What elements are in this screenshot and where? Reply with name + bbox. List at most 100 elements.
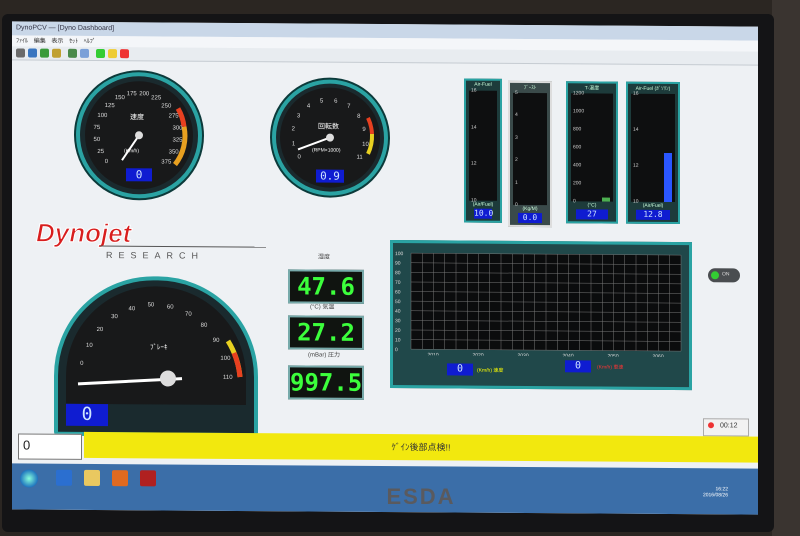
rpm-tick-label: 11 (356, 154, 363, 161)
bar-gauge-track: 16 14 12 10 (631, 90, 675, 205)
speed-tick-label: 175 (126, 91, 137, 98)
bar-gauge-readout: 0.0 (518, 212, 542, 224)
warning-bar: ｹﾞｲﾝ後部点検!! (84, 431, 758, 463)
bar-gauge-tick-label: 600 (573, 144, 582, 151)
bar-gauge-tick-label: 16 (633, 90, 639, 97)
brake-label: ﾌﾞﾚｰｷ (150, 344, 168, 352)
monitor: DynoPCV — [Dyno Dashboard] ﾌｧｲﾙ 編集 表示 ｾｯ… (0, 0, 800, 536)
rpm-tick-label: 8 (357, 114, 361, 121)
window-title: DynoPCV — [Dyno Dashboard] (16, 24, 115, 33)
bar-gauge-tick-label: 12 (633, 162, 639, 169)
bar-gauge-readout: 12.8 (636, 209, 670, 220)
record-icon[interactable] (708, 422, 714, 429)
chart-ytick-label: 10 (395, 337, 401, 343)
bar-gauge-tick-label: 1200 (573, 90, 585, 97)
monitor-brand: ESDA (386, 484, 456, 509)
speed-tick-label: 200 (139, 91, 150, 98)
monitor-icon[interactable] (68, 48, 77, 58)
bar-gauge-tick-label: 2 (515, 157, 518, 164)
dyno-app-icon[interactable] (140, 470, 156, 487)
stop-icon[interactable] (120, 49, 129, 59)
save-icon[interactable] (28, 48, 37, 58)
timer-box: 00:12 (703, 418, 749, 437)
settings-icon[interactable] (40, 48, 49, 58)
bar-gauge-tick-label: 1 (515, 179, 518, 186)
rpm-tick-label: 4 (306, 103, 311, 110)
bar-gauge-unit: (Air/Fuel) (642, 202, 664, 209)
brake-tick-label: 50 (147, 302, 155, 309)
brake-tick-label: 110 (223, 374, 233, 381)
brake-tick-label: 60 (166, 304, 174, 311)
bar-gauge-boost: ﾌﾞｰｽﾄ 543210 (Kg/M) 0.0 (508, 80, 552, 228)
open-icon[interactable] (16, 48, 25, 58)
rpm-gauge: 回転数 (RPM×1000) 0.9 0 1 2 3 4 5 6 7 8 9 10 11 (272, 79, 388, 197)
chart-ytick-label: 90 (395, 261, 401, 267)
logo-sub-text: RESEARCH (106, 250, 204, 261)
power-toggle[interactable]: ON (708, 268, 740, 283)
chart-ytick-label: 20 (395, 328, 401, 334)
menu-file[interactable]: ﾌｧｲﾙ (16, 38, 28, 44)
speed-tick-label: 300 (172, 125, 183, 132)
ie-icon[interactable] (56, 469, 72, 486)
spinner-value: 0 (23, 437, 31, 453)
speed-tick-label: 375 (161, 159, 172, 166)
chart-panel: 100 90 80 70 60 50 40 30 20 10 0 2010 2020 2030 2040 20… (390, 240, 692, 391)
menu-edit[interactable]: 編集 (34, 39, 46, 45)
bar-gauge-tick-label: 400 (573, 162, 582, 169)
menu-view[interactable]: 表示 (51, 39, 63, 45)
menu-help[interactable]: ﾍﾙﾌﾟ (84, 39, 96, 45)
bar-gauge-track: 543210 (513, 90, 547, 208)
chart-xtick-label: 2060 (653, 354, 664, 357)
rpm-readout: 0.9 (316, 169, 344, 183)
menu-set[interactable]: ｾｯﾄ (69, 39, 78, 45)
tool-icon[interactable] (52, 48, 61, 58)
rpm-tick-label: 1 (291, 140, 296, 148)
media-icon[interactable] (112, 470, 128, 487)
speed-gauge: 速度 (Km/h) 0 0 25 50 75 100 125 150 175 200 225 250… (76, 71, 202, 199)
tray-date: 2016/08/26 (702, 492, 728, 499)
brake-tick-label: 80 (200, 322, 208, 329)
pause-icon[interactable] (108, 49, 117, 59)
brake-tick-label: 70 (185, 311, 192, 318)
toggle-label: ON (722, 271, 730, 278)
rpm-unit: (RPM×1000) (312, 147, 341, 154)
chart-ytick-label: 40 (395, 309, 401, 315)
chart-icon[interactable] (80, 48, 89, 58)
rpm-tick-label: 6 (334, 98, 338, 105)
start-button[interactable] (20, 469, 38, 488)
bar-gauge-track: 1200 1000 800 600 400 200 0 (571, 90, 613, 204)
chart-xtick-label: 2020 (473, 353, 484, 358)
speed-tick-label: 50 (93, 137, 101, 144)
rpm-label: 回転数 (318, 123, 339, 131)
bar-gauge-tick-label: 4 (515, 112, 518, 119)
speed-tick-label: 350 (168, 149, 179, 156)
speed-tick-label: 125 (104, 102, 115, 109)
start-icon[interactable] (96, 48, 105, 59)
speed-tick-label: 325 (172, 137, 183, 144)
bar-gauge-airfuel: Air-Fuel 16 14 12 10 (Air/Fuel) 10.0 (464, 78, 502, 223)
bar-gauge-tick-label: 200 (573, 180, 582, 187)
speed-tick-label: 250 (161, 103, 172, 110)
bar-gauge-readout: 27 (576, 209, 608, 220)
rpm-tick-label: 5 (319, 98, 324, 105)
speed-readout: 0 (126, 168, 152, 182)
humidity-readout: 47.6 (288, 269, 364, 304)
brake-tick-label: 30 (111, 314, 118, 321)
rpm-tick-label: 9 (362, 127, 366, 134)
temperature-label: (°C) 気温 (310, 304, 335, 311)
bar-gauge-temperature: T-温度 1200 1000 800 600 400 200 0 (°C) 27 (566, 81, 618, 224)
brake-tick-label: 100 (220, 355, 231, 362)
bar-gauge-track: 16 14 12 10 (469, 88, 497, 204)
folder-icon[interactable] (84, 469, 100, 487)
speed-label: 速度 (130, 114, 144, 122)
brake-tick-label: 40 (128, 305, 136, 312)
bar-gauge-tick-label: 14 (633, 126, 639, 133)
value-spinner[interactable]: 0 (18, 433, 82, 460)
background-wall (772, 0, 800, 536)
rpm-tick-label: 2 (291, 126, 295, 133)
dynojet-logo: Dynojet RESEARCH (30, 217, 266, 280)
toggle-knob (711, 271, 719, 280)
bar-gauge-readout: 10.0 (474, 208, 494, 219)
brake-gauge: ﾌﾞﾚｰｷ 0 0 10 20 30 40 50 60 70 80 90 100 110 (54, 275, 258, 438)
rpm-tick-label: 7 (347, 103, 351, 110)
